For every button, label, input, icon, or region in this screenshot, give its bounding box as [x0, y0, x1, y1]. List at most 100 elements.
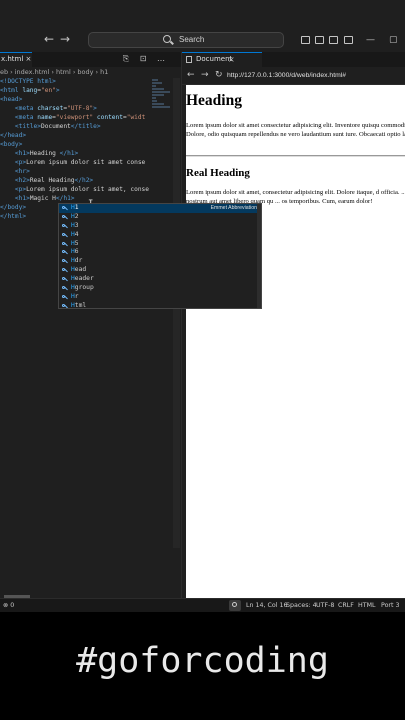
code-token: "widt: [126, 114, 146, 121]
search-label: Search: [179, 35, 205, 44]
browser-forward-icon[interactable]: →: [201, 70, 209, 80]
wrench-icon: [62, 294, 68, 300]
breadcrumb-item[interactable]: html: [56, 68, 71, 76]
suggest-label: 4: [74, 230, 79, 238]
toggle-panel-icon[interactable]: [315, 36, 324, 44]
status-bar: ⊗ 0 Ln 14, Col 16 Spaces: 4 UTF-8 CRLF H…: [0, 598, 405, 612]
code-token: </title>: [70, 123, 101, 130]
suggest-item[interactable]: H6: [59, 248, 261, 257]
breadcrumb-item[interactable]: index.html: [15, 68, 50, 76]
suggest-item[interactable]: Hr: [59, 293, 261, 302]
vertical-scrollbar[interactable]: [173, 78, 180, 548]
suggest-item[interactable]: H5: [59, 240, 261, 249]
suggest-label: ead: [74, 266, 87, 274]
suggest-label: r: [74, 292, 79, 300]
minimize-icon[interactable]: —: [366, 36, 375, 45]
code-token: <h1>: [0, 195, 30, 202]
encoding[interactable]: UTF-8: [316, 599, 334, 612]
command-center-search[interactable]: Search: [88, 32, 284, 48]
language-mode[interactable]: HTML: [358, 599, 376, 612]
code-token: >: [52, 78, 56, 85]
wrench-icon: [62, 303, 68, 308]
code-line[interactable]: <title>Document</title>: [0, 122, 160, 131]
back-arrow-icon[interactable]: ←: [44, 32, 54, 46]
code-area[interactable]: <!DOCTYPE html> <html lang="en"> <head> <m…: [0, 77, 160, 221]
suggest-item[interactable]: Hdr: [59, 257, 261, 266]
browser-back-icon[interactable]: ←: [187, 70, 195, 80]
forward-arrow-icon[interactable]: →: [60, 32, 70, 46]
browser-url-bar: ← → ↻ http://127.0.0.1:3000/d/web/index.…: [182, 67, 405, 85]
code-line[interactable]: <head>: [0, 95, 160, 104]
suggest-item[interactable]: Header: [59, 275, 261, 284]
breadcrumb-item[interactable]: h1: [100, 68, 108, 76]
code-token: html: [37, 78, 53, 85]
suggest-item[interactable]: Head: [59, 266, 261, 275]
tab-document-label: Document: [196, 55, 233, 63]
cursor-position[interactable]: Ln 14, Col 16: [246, 599, 288, 612]
zoom-icon[interactable]: [229, 600, 241, 611]
code-token: <!DOCTYPE: [0, 78, 38, 85]
code-token: <h1>: [0, 150, 30, 157]
video-caption: #goforcoding: [76, 641, 329, 681]
code-token: "viewport": [55, 114, 94, 121]
code-token: <h2>: [0, 177, 30, 184]
code-line[interactable]: <body>: [0, 140, 160, 149]
problems-indicator[interactable]: ⊗ 0: [3, 599, 14, 612]
reload-icon[interactable]: ↻: [215, 70, 223, 80]
code-token: <head>: [0, 96, 23, 103]
suggest-label: dr: [74, 257, 83, 265]
code-line[interactable]: <!DOCTYPE html>: [0, 77, 160, 86]
code-token: <meta: [0, 105, 38, 112]
code-token: </html>: [0, 213, 27, 220]
tab-index-html[interactable]: x.html ×: [0, 52, 32, 67]
editor-tab-bar: x.html × ⎘ ⊡ …: [0, 52, 181, 67]
suggest-item[interactable]: H2: [59, 213, 261, 222]
code-token: <body>: [0, 141, 23, 148]
code-line[interactable]: <meta name="viewport" content="widt: [0, 113, 160, 122]
editor-actions[interactable]: ⎘ ⊡ …: [123, 54, 169, 64]
code-line[interactable]: <hr>: [0, 167, 160, 176]
suggest-label: 6: [74, 248, 79, 256]
wrench-icon: [62, 259, 68, 264]
code-line[interactable]: <p>Lorem ipsum dolor sit amet, conse: [0, 185, 160, 194]
toggle-primary-sidebar-icon[interactable]: [301, 36, 310, 44]
suggest-item[interactable]: Hgroup: [59, 284, 261, 293]
code-token: </h2>: [74, 177, 94, 184]
minimap[interactable]: [152, 78, 172, 118]
breadcrumb-item[interactable]: body: [77, 68, 93, 76]
code-line[interactable]: <h1>Magic H</h1>: [0, 194, 160, 203]
wrench-icon: [62, 223, 68, 229]
vscode-window: ← → Search — ▢ x.html × ⎘ ⊡ … eb › index.h…: [0, 0, 405, 612]
wrench-icon: [62, 277, 68, 282]
suggest-label: 2: [74, 212, 79, 220]
toggle-secondary-sidebar-icon[interactable]: [329, 36, 338, 44]
wrench-icon: [62, 232, 68, 238]
suggest-item[interactable]: H4: [59, 231, 261, 240]
live-server-port[interactable]: Port 3: [381, 599, 400, 612]
code-line[interactable]: <p>Lorem ipsum dolor sit amet conse: [0, 158, 160, 167]
code-token: Heading: [29, 150, 60, 157]
url-input[interactable]: http://127.0.0.1:3000/d/web/index.html#: [227, 70, 405, 81]
suggest-scrollbar[interactable]: [257, 204, 261, 308]
close-icon[interactable]: ×: [228, 53, 235, 66]
code-line[interactable]: <h1>Heading </h1>: [0, 149, 160, 158]
document-icon: [186, 56, 192, 63]
indentation[interactable]: Spaces: 4: [286, 599, 317, 612]
suggest-item[interactable]: H1 Emmet Abbreviation: [59, 204, 261, 213]
breadcrumb-item[interactable]: eb: [0, 68, 8, 76]
code-line[interactable]: </head>: [0, 131, 160, 140]
code-line[interactable]: <h2>Real Heading</h2>: [0, 176, 160, 185]
code-token: <p>: [0, 159, 27, 166]
code-token: </body>: [0, 204, 27, 211]
code-token: </h1>: [55, 195, 75, 202]
tab-document[interactable]: Document ×: [182, 52, 262, 67]
suggest-label: 5: [74, 239, 79, 247]
maximize-icon[interactable]: ▢: [389, 36, 398, 45]
suggest-item[interactable]: Html: [59, 302, 261, 308]
suggest-item[interactable]: H3: [59, 222, 261, 231]
customize-layout-icon[interactable]: [344, 36, 353, 44]
suggest-widget[interactable]: H1 Emmet Abbreviation H2 H3 H4 H5 H6 Hdr Head Hea…: [58, 203, 262, 309]
end-of-line[interactable]: CRLF: [338, 599, 354, 612]
code-line[interactable]: <html lang="en">: [0, 86, 160, 95]
code-line[interactable]: <meta charset="UTF-8">: [0, 104, 160, 113]
